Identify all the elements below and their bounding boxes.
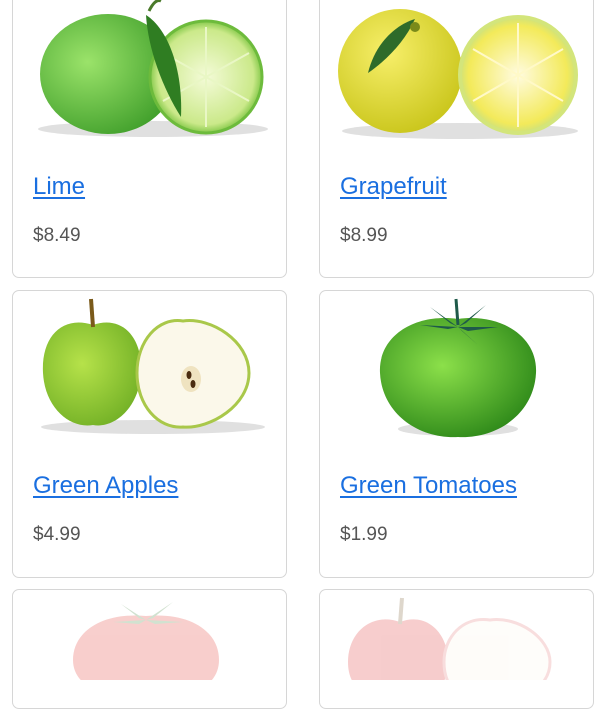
- product-card-grapefruit: Grapefruit $8.99: [319, 0, 594, 278]
- green-tomato-icon: [379, 298, 537, 438]
- product-price: $8.49: [33, 225, 81, 246]
- grapefruit-icon: [338, 9, 578, 139]
- product-card-green-tomatoes: Green Tomatoes $1.99: [319, 290, 594, 578]
- product-price: $8.99: [340, 225, 388, 246]
- product-card-red-tomato: [12, 589, 287, 709]
- product-name-link[interactable]: Green Apples: [33, 472, 178, 500]
- product-price: $1.99: [340, 524, 388, 545]
- product-card-lime: Lime $8.49: [12, 0, 287, 278]
- product-card-red-apple: [319, 589, 594, 709]
- product-name-link[interactable]: Grapefruit: [340, 173, 447, 201]
- product-name-link[interactable]: Green Tomatoes: [340, 472, 517, 500]
- product-card-green-apples: Green Apples $4.99: [12, 290, 287, 578]
- product-price: $4.99: [33, 524, 81, 545]
- lime-icon: [38, 0, 268, 137]
- green-apple-icon: [41, 298, 265, 434]
- red-apple-icon: [348, 597, 552, 680]
- red-tomato-icon: [73, 602, 219, 680]
- product-name-link[interactable]: Lime: [33, 173, 85, 201]
